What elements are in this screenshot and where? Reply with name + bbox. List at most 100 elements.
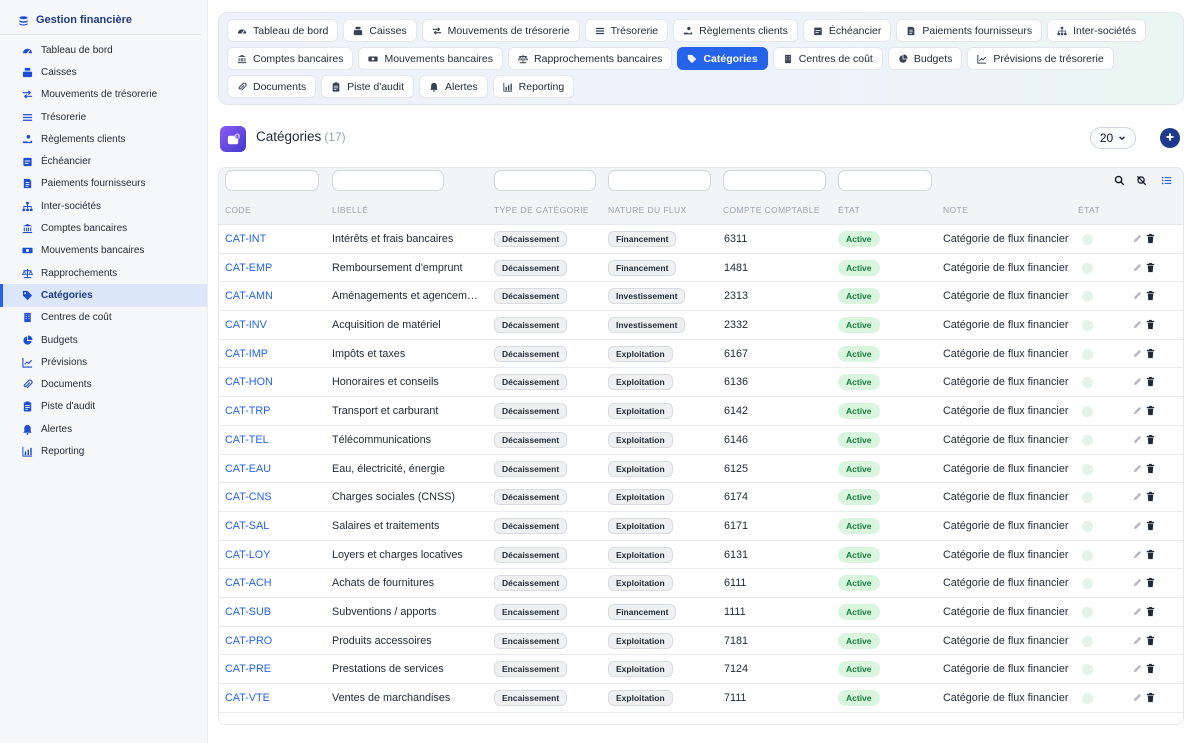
filter-label-input[interactable]: [332, 170, 444, 191]
category-code-link[interactable]: CAT-TEL: [225, 434, 269, 446]
sidebar-item-paiements-fournisseurs[interactable]: Paiements fournisseurs: [0, 173, 207, 195]
table-row[interactable]: CAT-TEL Télécommunications Décaissement Exp…: [219, 426, 1183, 455]
column-header-etat-2[interactable]: État: [1078, 205, 1100, 215]
category-code-link[interactable]: CAT-HON: [225, 376, 273, 388]
pencil-icon[interactable]: [1132, 520, 1143, 531]
pencil-icon[interactable]: [1132, 606, 1143, 617]
tab-mouvements-bancaires[interactable]: Mouvements bancaires: [358, 47, 504, 70]
table-row[interactable]: CAT-HON Honoraires et conseils Décaissemen…: [219, 368, 1183, 398]
table-row[interactable]: CAT-INV Acquisition de matériel Décaisseme…: [219, 311, 1183, 340]
table-row[interactable]: CAT-LOY Loyers et charges locatives Décais…: [219, 541, 1183, 570]
category-code-link[interactable]: CAT-LOY: [225, 549, 270, 561]
trash-icon[interactable]: [1145, 606, 1156, 617]
pencil-icon[interactable]: [1132, 405, 1143, 416]
tab-caisses[interactable]: Caisses: [343, 19, 417, 42]
tab-categories[interactable]: Catégories: [677, 47, 768, 70]
pencil-icon[interactable]: [1132, 434, 1143, 445]
trash-icon[interactable]: [1145, 290, 1156, 301]
trash-icon[interactable]: [1145, 262, 1156, 273]
trash-icon[interactable]: [1145, 319, 1156, 330]
page-size-select[interactable]: 20: [1090, 127, 1136, 149]
pencil-icon[interactable]: [1132, 262, 1143, 273]
tab-documents[interactable]: Documents: [227, 75, 317, 98]
trash-icon[interactable]: [1145, 692, 1156, 703]
table-row[interactable]: CAT-CNS Charges sociales (CNSS) Décaisseme…: [219, 483, 1183, 512]
sidebar-item-reglements-clients[interactable]: Règlements clients: [0, 128, 207, 150]
clear-filter-icon[interactable]: [1134, 173, 1148, 187]
trash-icon[interactable]: [1145, 376, 1156, 387]
tab-echeancier[interactable]: Échéancier: [802, 19, 892, 42]
pencil-icon[interactable]: [1132, 348, 1143, 359]
column-header-libelle[interactable]: Libellé: [332, 205, 368, 215]
table-row[interactable]: CAT-SUB Subventions / apports Encaissement…: [219, 598, 1183, 627]
trash-icon[interactable]: [1145, 434, 1156, 445]
tab-reporting[interactable]: Reporting: [492, 75, 575, 98]
sidebar-item-tableau-de-bord[interactable]: Tableau de bord: [0, 39, 207, 61]
sidebar-item-previsions[interactable]: Prévisions: [0, 351, 207, 373]
sidebar-item-reporting[interactable]: Reporting: [0, 440, 207, 462]
pencil-icon[interactable]: [1132, 549, 1143, 560]
pencil-icon[interactable]: [1132, 663, 1143, 674]
add-button[interactable]: [1160, 128, 1180, 148]
pencil-icon[interactable]: [1132, 463, 1143, 474]
table-row[interactable]: CAT-INT Intérêts et frais bancaires Décais…: [219, 225, 1183, 254]
tab-tresorerie[interactable]: Trésorerie: [584, 19, 669, 42]
filter-nature-input[interactable]: [608, 170, 711, 191]
column-header-compte-comptable[interactable]: Compte comptable: [723, 205, 820, 215]
trash-icon[interactable]: [1145, 233, 1156, 244]
column-header-note[interactable]: Note: [943, 205, 968, 215]
column-header-type-de-categorie[interactable]: Type de catégorie: [494, 205, 589, 215]
trash-icon[interactable]: [1145, 577, 1156, 588]
trash-icon[interactable]: [1145, 549, 1156, 560]
filter-account-input[interactable]: [723, 170, 826, 191]
tab-tableau-de-bord[interactable]: Tableau de bord: [227, 19, 339, 42]
tab-previsions-de-tresorerie[interactable]: Prévisions de trésorerie: [967, 47, 1114, 70]
table-row[interactable]: CAT-EAU Eau, électricité, énergie Décaisse…: [219, 455, 1183, 484]
trash-icon[interactable]: [1145, 635, 1156, 646]
tab-centres-de-cout[interactable]: Centres de coût: [772, 47, 883, 70]
category-code-link[interactable]: CAT-ACH: [225, 577, 272, 589]
pencil-icon[interactable]: [1132, 491, 1143, 502]
category-code-link[interactable]: CAT-VTE: [225, 692, 270, 704]
filter-status-input[interactable]: [838, 170, 932, 191]
sidebar-item-alertes[interactable]: Alertes: [0, 418, 207, 440]
sidebar-item-caisses[interactable]: Caisses: [0, 61, 207, 83]
trash-icon[interactable]: [1145, 663, 1156, 674]
list-view-icon[interactable]: [1159, 173, 1173, 187]
tab-mouvements-de-tresorerie[interactable]: Mouvements de trésorerie: [421, 19, 580, 42]
tab-budgets[interactable]: Budgets: [887, 47, 963, 70]
category-code-link[interactable]: CAT-PRO: [225, 635, 272, 647]
table-row[interactable]: CAT-AMN Aménagements et agencements Décais…: [219, 282, 1183, 312]
trash-icon[interactable]: [1145, 520, 1156, 531]
filter-code-input[interactable]: [225, 170, 319, 191]
column-header-code[interactable]: Code: [225, 205, 251, 215]
sidebar-item-mouvements-de-tresorerie[interactable]: Mouvements de trésorerie: [0, 84, 207, 106]
sidebar-brand[interactable]: Gestion financière: [0, 14, 201, 35]
category-code-link[interactable]: CAT-IMP: [225, 348, 268, 360]
table-row[interactable]: CAT-SAL Salaires et traitements Décaisseme…: [219, 512, 1183, 541]
pencil-icon[interactable]: [1132, 376, 1143, 387]
tab-paiements-fournisseurs[interactable]: Paiements fournisseurs: [896, 19, 1043, 42]
sidebar-item-documents[interactable]: Documents: [0, 373, 207, 395]
tab-piste-d-audit[interactable]: Piste d'audit: [321, 75, 414, 98]
tab-inter-societes[interactable]: Inter-sociétés: [1047, 19, 1147, 42]
sidebar-item-inter-societes[interactable]: Inter-sociétés: [0, 195, 207, 217]
pencil-icon[interactable]: [1132, 692, 1143, 703]
table-row[interactable]: CAT-ACH Achats de fournitures Décaissement…: [219, 569, 1183, 598]
table-row[interactable]: CAT-VTE Ventes de marchandises Encaissemen…: [219, 684, 1183, 713]
column-header-etat[interactable]: État: [838, 205, 860, 215]
category-code-link[interactable]: CAT-EAU: [225, 463, 271, 475]
tab-alertes[interactable]: Alertes: [418, 75, 488, 98]
category-code-link[interactable]: CAT-INV: [225, 319, 267, 331]
filter-type-input[interactable]: [494, 170, 596, 191]
category-code-link[interactable]: CAT-SUB: [225, 606, 271, 618]
pencil-icon[interactable]: [1132, 290, 1143, 301]
table-row[interactable]: CAT-IMP Impôts et taxes Décaissement Exploi…: [219, 340, 1183, 369]
tab-comptes-bancaires[interactable]: Comptes bancaires: [227, 47, 354, 70]
category-code-link[interactable]: CAT-TRP: [225, 405, 270, 417]
sidebar-item-centres-de-cout[interactable]: Centres de coût: [0, 307, 207, 329]
trash-icon[interactable]: [1145, 405, 1156, 416]
sidebar-item-categories[interactable]: Catégories: [0, 284, 207, 307]
table-row[interactable]: CAT-EMP Remboursement d'emprunt Décaisseme…: [219, 254, 1183, 283]
category-code-link[interactable]: CAT-INT: [225, 233, 266, 245]
